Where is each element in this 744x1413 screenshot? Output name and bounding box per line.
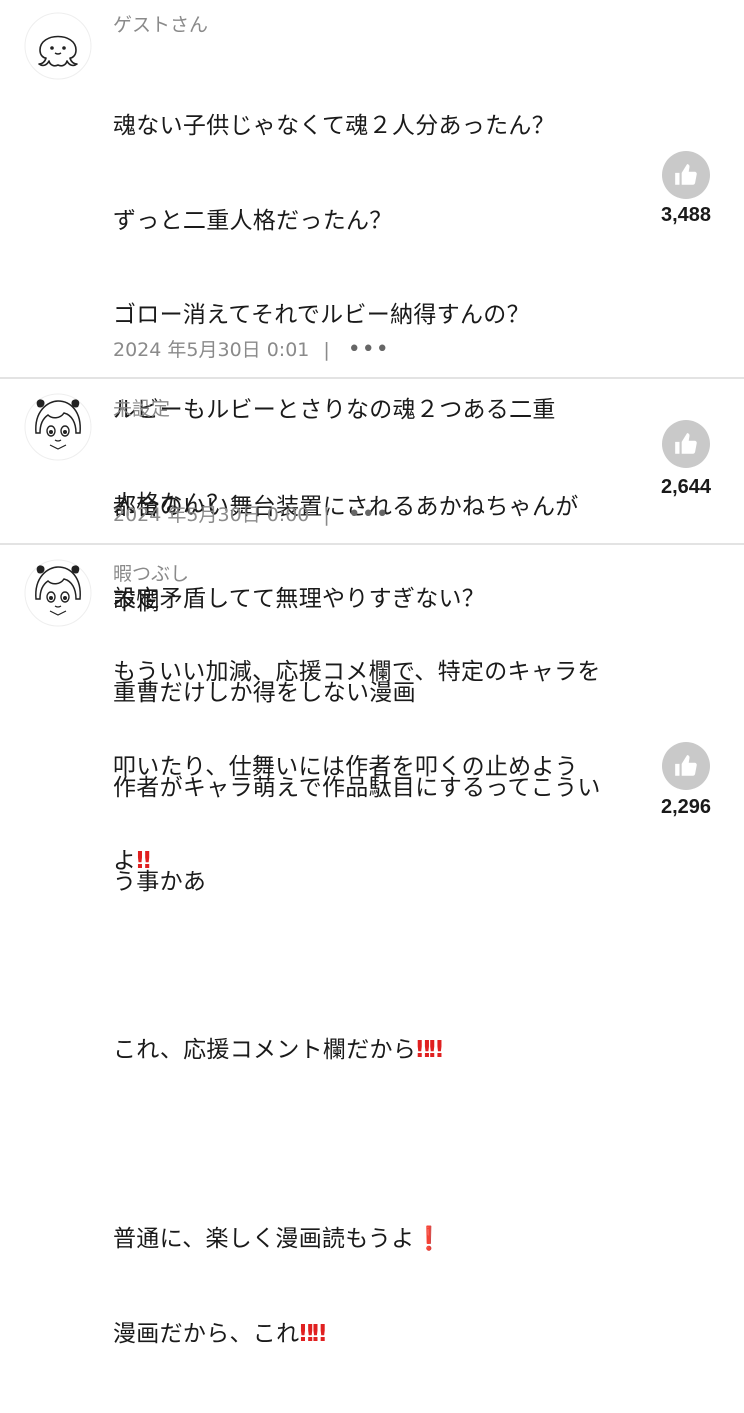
like-count: 2,296 xyxy=(660,796,712,818)
comment-line: 叩いたり、仕舞いには作者を叩くの止めよう xyxy=(113,753,579,780)
comment-line xyxy=(113,1130,633,1162)
exclamation-emoji-icon: ‼︎ xyxy=(311,1320,326,1347)
exclamation-emoji-icon: ‼︎ xyxy=(136,848,150,874)
thumbs-up-icon xyxy=(675,433,697,454)
comment-timestamp: 2024 年5月30日 0:00 xyxy=(113,504,310,526)
comment-line: もういい加減、応援コメ欄で、特定のキャラを xyxy=(113,659,601,685)
like-count: 2,644 xyxy=(660,476,712,498)
comment-item: 未設定 都合のいい舞台装置にされるあかねちゃんが 不憫 2024 年5月30日 … xyxy=(0,379,744,615)
comment-meta: 2024 年5月30日 0:00 | ••• xyxy=(113,502,390,528)
like-count: 3,488 xyxy=(660,204,712,226)
anime-girl-avatar-icon[interactable] xyxy=(24,559,92,627)
meta-separator: | xyxy=(323,504,330,526)
more-options-icon[interactable]: ••• xyxy=(348,337,390,363)
thumbs-up-icon xyxy=(675,755,697,776)
comment-line: 漫画だから、これ‼︎‼︎ xyxy=(113,1320,326,1347)
comment-line: これ、応援コメント欄だから‼︎‼︎ xyxy=(113,1037,443,1063)
comment-line: 魂ない子供じゃなくて魂２人分あったん？ xyxy=(113,113,556,139)
meta-separator: | xyxy=(323,339,330,361)
comment-meta: 2024 年5月30日 0:01 | ••• xyxy=(113,337,390,363)
comment-item: ゲストさん 魂ない子供じゃなくて魂２人分あったん？ ずっと二重人格だったん？ ゴ… xyxy=(0,0,744,895)
exclamation-emoji-icon: ‼︎ xyxy=(299,1320,313,1347)
octopus-avatar-icon[interactable] xyxy=(24,12,92,80)
comment-item: 暇つぶし もういい加減、応援コメ欄で、特定のキャラを 叩いたり、仕舞いには作者を… xyxy=(0,545,744,1347)
exclamation-emoji-icon: ‼︎ xyxy=(416,1037,430,1063)
comment-timestamp: 2024 年5月30日 0:01 xyxy=(113,339,310,361)
like-button[interactable] xyxy=(662,151,710,199)
comment-body: もういい加減、応援コメ欄で、特定のキャラを 叩いたり、仕舞いには作者を叩くの止め… xyxy=(113,594,633,1413)
like-button[interactable] xyxy=(662,420,710,468)
comment-username: ゲストさん xyxy=(113,14,209,36)
exclamation-emoji-icon: ‼︎ xyxy=(428,1037,443,1063)
anime-girl-avatar-icon[interactable] xyxy=(24,393,92,461)
comment-line xyxy=(113,941,633,973)
exclamation-emoji-icon: ❗ xyxy=(414,1226,444,1252)
more-options-icon[interactable]: ••• xyxy=(348,502,390,528)
comment-line: ゴロー消えてそれでルビー納得すんの？ xyxy=(113,302,530,328)
like-button[interactable] xyxy=(662,742,710,790)
comment-line: 普通に、楽しく漫画読もうよ❗ xyxy=(113,1226,444,1252)
comment-username: 未設定 xyxy=(113,398,171,420)
comment-username: 暇つぶし xyxy=(113,563,190,585)
comment-line: ずっと二重人格だったん？ xyxy=(113,207,393,234)
thumbs-up-icon xyxy=(675,164,697,185)
